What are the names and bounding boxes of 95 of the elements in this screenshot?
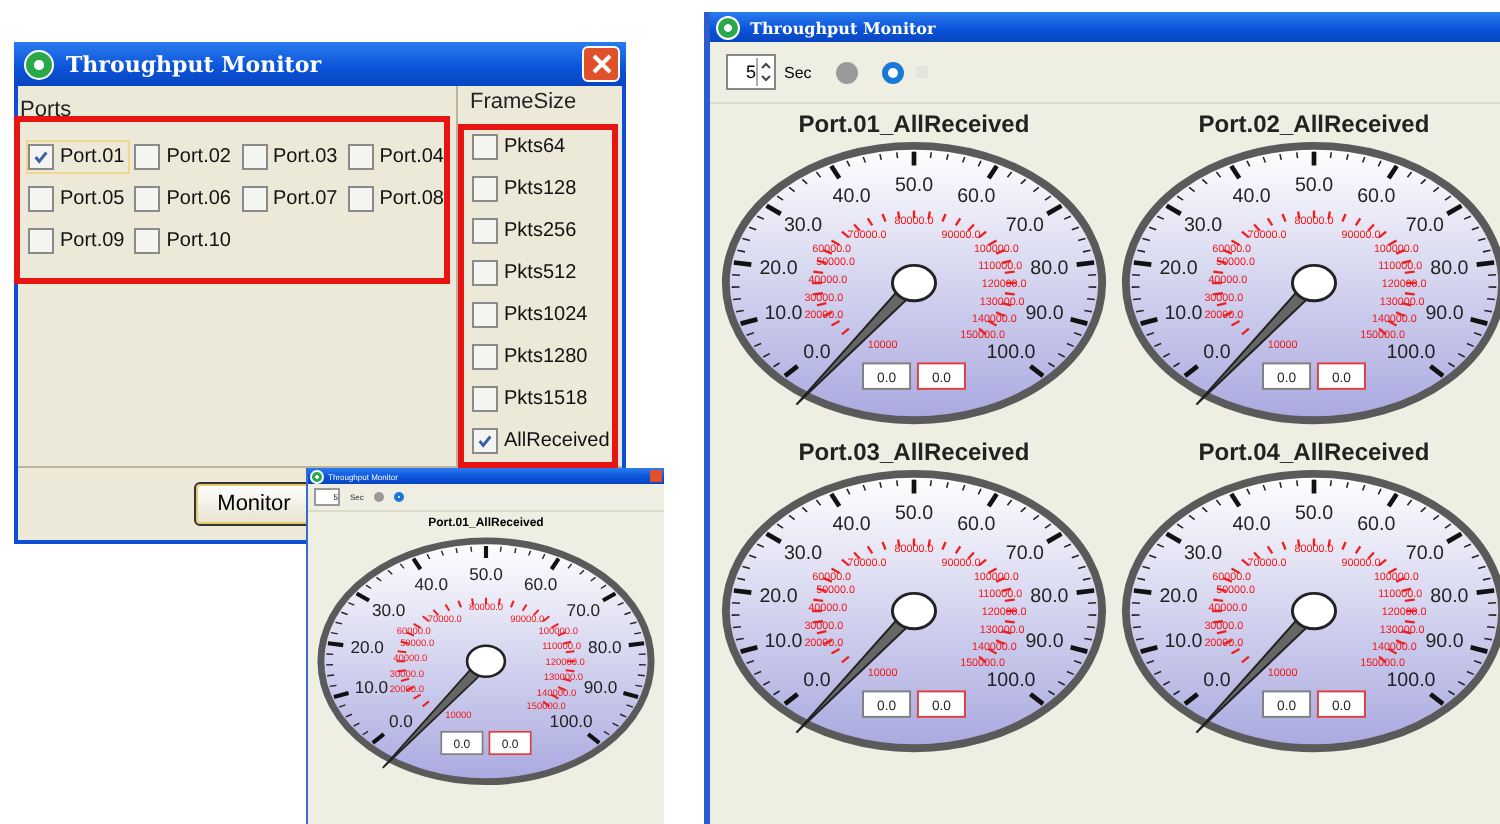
app-icon xyxy=(310,469,324,483)
scale-label: 60.0 xyxy=(957,185,996,208)
status-indicator[interactable] xyxy=(835,61,858,83)
scale-label: 70.0 xyxy=(1005,543,1044,566)
app-icon xyxy=(24,49,54,79)
scale-label: 10.0 xyxy=(764,631,803,654)
group-label: Ports xyxy=(20,98,72,122)
scale-label: 80.0 xyxy=(1030,585,1069,608)
scale-label: 80.0 xyxy=(1030,257,1069,280)
scale-label: 50.0 xyxy=(1294,174,1334,197)
port-checkbox[interactable]: Port.03 xyxy=(241,142,342,172)
scale-label: 0.0 xyxy=(803,342,831,365)
scale-label: 70.0 xyxy=(1405,543,1444,566)
port-checkbox[interactable]: Port.04 xyxy=(347,142,448,172)
scale-label: 90.0 xyxy=(1425,303,1464,326)
port-checkbox[interactable]: Port.09 xyxy=(28,226,129,256)
scale-label: 40.0 xyxy=(832,185,871,208)
scale-label: 30.0 xyxy=(1184,215,1223,238)
status-indicator[interactable] xyxy=(373,492,384,502)
scale-label: 60.0 xyxy=(1357,513,1396,536)
scale-label: 70.0 xyxy=(1405,215,1444,238)
scale-label: 60.0 xyxy=(523,573,558,594)
framesize-checkbox[interactable]: Pkts64 xyxy=(472,132,622,162)
scale-label: 80.0 xyxy=(1430,585,1469,608)
close-button[interactable] xyxy=(582,46,620,82)
status-indicator[interactable] xyxy=(393,492,404,502)
window-title: Throughput Monitor xyxy=(66,51,324,77)
framesize-checkbox[interactable]: Pkts512 xyxy=(472,258,622,288)
scale-label: 40.0 xyxy=(832,513,871,536)
unit-label: Sec xyxy=(784,63,812,81)
scale-label: 10.0 xyxy=(1164,631,1203,654)
scale-label: 30.0 xyxy=(784,543,823,566)
scale-label: 50.0 xyxy=(469,564,503,585)
scale-label: 60.0 xyxy=(1357,185,1396,208)
status-indicator[interactable] xyxy=(881,61,904,83)
scale-label: 100.0 xyxy=(549,711,593,732)
scale-label: 20.0 xyxy=(759,585,798,608)
scale-label: 40.0 xyxy=(1232,513,1271,536)
scale-label: 70.0 xyxy=(566,599,601,620)
port-checkbox[interactable]: Port.02 xyxy=(134,142,235,172)
framesize-checkbox[interactable]: Pkts128 xyxy=(472,174,622,204)
scale-label: 70.0 xyxy=(1005,215,1044,238)
port-checkbox[interactable]: Port.01 xyxy=(28,142,129,172)
gauge-title: Port.01_AllReceived xyxy=(798,110,1030,138)
scale-label: 80.0 xyxy=(1430,257,1469,280)
port-checkbox[interactable]: Port.10 xyxy=(134,226,235,256)
check-icon xyxy=(476,432,494,450)
scale-label: 40.0 xyxy=(1232,185,1271,208)
scale-label: 90.0 xyxy=(1025,303,1064,326)
framesize-checkbox[interactable]: Pkts1024 xyxy=(472,300,622,330)
port-checkbox[interactable]: Port.07 xyxy=(241,184,342,214)
scale-label: 80.0 xyxy=(588,637,622,657)
gauge-title: Port.03_AllReceived xyxy=(798,438,1030,466)
check-icon xyxy=(32,148,50,166)
interval-spinner[interactable]: 5 xyxy=(726,54,776,90)
port-checkbox[interactable]: Port.08 xyxy=(347,184,448,214)
scale-label: 30.0 xyxy=(784,215,823,238)
scale-label: 90.0 xyxy=(1425,631,1464,654)
framesize-checkbox[interactable]: Pkts1280 xyxy=(472,342,622,372)
scale-label: 100.0 xyxy=(1386,342,1436,365)
scale-label: 10.0 xyxy=(354,677,389,698)
gauge-title: Port.04_AllReceived xyxy=(1198,438,1430,466)
scale-label: 40.0 xyxy=(414,573,449,594)
scale-label: 100.0 xyxy=(1386,670,1436,693)
scale-label: 50.0 xyxy=(1294,502,1334,525)
scale-label: 90.0 xyxy=(1025,631,1064,654)
scale-label: 0.0 xyxy=(1203,342,1231,365)
needle-hub xyxy=(465,644,507,679)
app-icon xyxy=(716,15,740,39)
scale-label: 30.0 xyxy=(1184,543,1223,566)
scale-label: 60.0 xyxy=(957,513,996,536)
scale-label: 20.0 xyxy=(1159,585,1198,608)
scale-label: 20.0 xyxy=(1159,257,1198,280)
scale-label: 30.0 xyxy=(371,599,406,620)
framesize-checkbox[interactable]: Pkts256 xyxy=(472,216,622,246)
scale-label: 10.0 xyxy=(764,303,803,326)
gauge-title: Port.02_AllReceived xyxy=(1198,110,1430,138)
group-label: FrameSize xyxy=(468,90,579,114)
framesize-checkbox[interactable]: AllReceived xyxy=(472,426,622,456)
scale-label: 90.0 xyxy=(583,677,618,698)
scale-label: 0.0 xyxy=(388,711,413,732)
scale-label: 20.0 xyxy=(350,637,384,657)
scale-label: 20.0 xyxy=(759,257,798,280)
scale-label: 100.0 xyxy=(986,342,1036,365)
close-icon xyxy=(591,54,611,74)
scale-label: 10.0 xyxy=(1164,303,1203,326)
scale-label: 100.0 xyxy=(986,670,1036,693)
window-title: Throughput Monitor xyxy=(750,17,936,37)
scale-label: 50.0 xyxy=(894,174,934,197)
framesize-checkbox[interactable]: Pkts1518 xyxy=(472,384,622,414)
scale-label: 0.0 xyxy=(1203,670,1231,693)
port-checkbox[interactable]: Port.06 xyxy=(134,184,235,214)
scale-label: 50.0 xyxy=(894,502,934,525)
scale-label: 0.0 xyxy=(803,670,831,693)
port-checkbox[interactable]: Port.05 xyxy=(28,184,129,214)
